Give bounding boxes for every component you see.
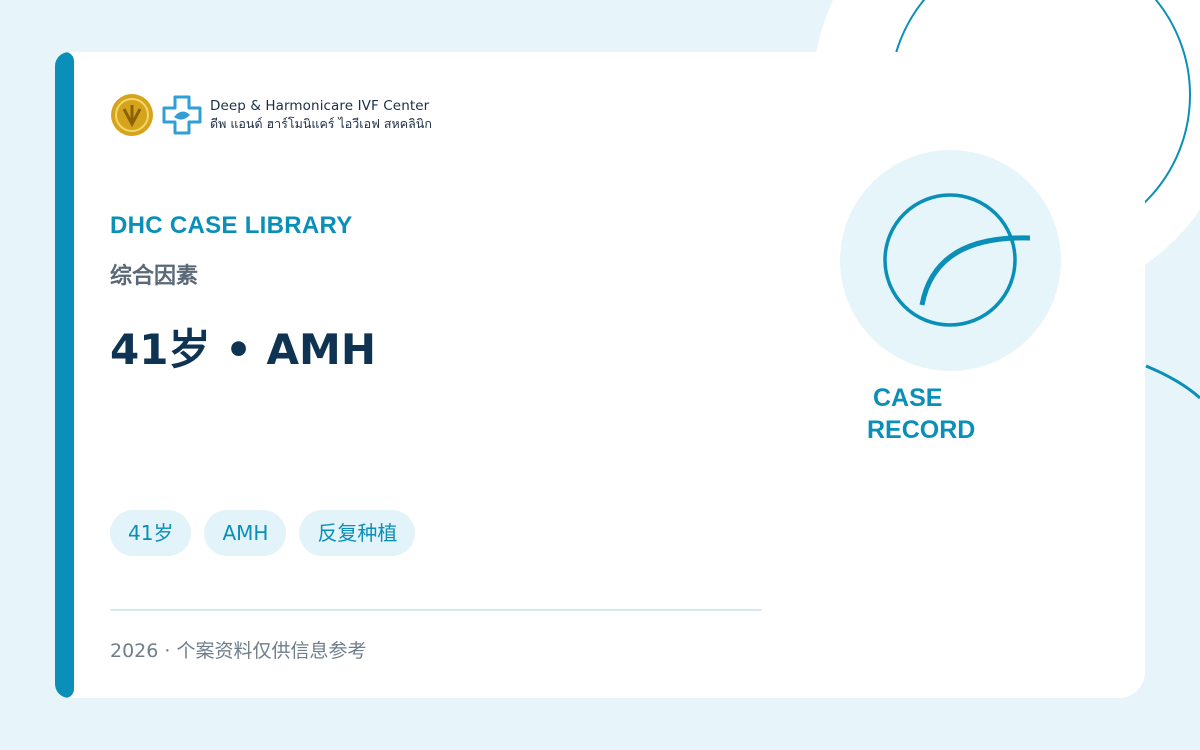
case-card: Deep & Harmonicare IVF Center ดีพ แอนด์ …: [55, 52, 1145, 698]
brand-name-th: ดีพ แอนด์ ฮาร์โมนิแคร์ ไอวีเอฟ สหคลินิก: [210, 116, 432, 131]
accent-bar: [55, 52, 74, 698]
case-title: 41岁 • AMH: [110, 325, 376, 374]
brand-logo: Deep & Harmonicare IVF Center ดีพ แอนด์ …: [110, 92, 432, 138]
tag-amh[interactable]: AMH: [204, 510, 287, 556]
eyebrow-label: DHC CASE LIBRARY: [110, 212, 353, 239]
divider: [110, 609, 762, 611]
tag-list: 41岁 AMH 反复种植: [110, 510, 416, 556]
tag-age[interactable]: 41岁: [110, 510, 192, 556]
badge-label-case: CASE: [873, 384, 943, 412]
medical-cross-icon: [162, 95, 202, 135]
footer-note: 2026 · 个案资料仅供信息参考: [110, 640, 367, 662]
tag-implantation[interactable]: 反复种植: [299, 510, 416, 556]
badge-label-record: RECORD: [867, 416, 976, 444]
royal-seal-icon: [111, 94, 153, 136]
record-ring-icon: [883, 193, 1030, 327]
brand-name-en: Deep & Harmonicare IVF Center: [210, 98, 430, 114]
case-category: 综合因素: [110, 264, 199, 289]
bg-arc-small: [1145, 364, 1200, 400]
